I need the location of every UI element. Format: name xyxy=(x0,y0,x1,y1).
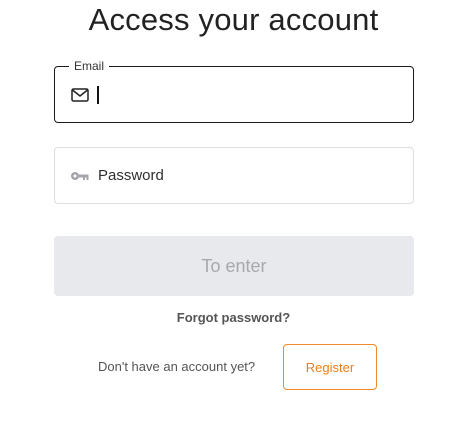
register-prompt: Don't have an account yet? xyxy=(98,359,256,374)
register-button[interactable]: Register xyxy=(283,344,377,390)
email-input[interactable] xyxy=(98,82,398,107)
register-row: Don't have an account yet? Register xyxy=(0,344,471,390)
page-title: Access your account xyxy=(88,2,379,37)
enter-button[interactable]: To enter xyxy=(54,236,414,296)
forgot-password-link[interactable]: Forgot password? xyxy=(0,309,467,327)
key-icon xyxy=(70,168,90,184)
password-input[interactable] xyxy=(98,163,398,188)
text-caret xyxy=(97,85,99,104)
password-field[interactable] xyxy=(54,147,414,204)
mail-icon xyxy=(70,87,90,103)
email-field[interactable]: Email xyxy=(54,58,414,123)
email-label: Email xyxy=(69,58,110,74)
